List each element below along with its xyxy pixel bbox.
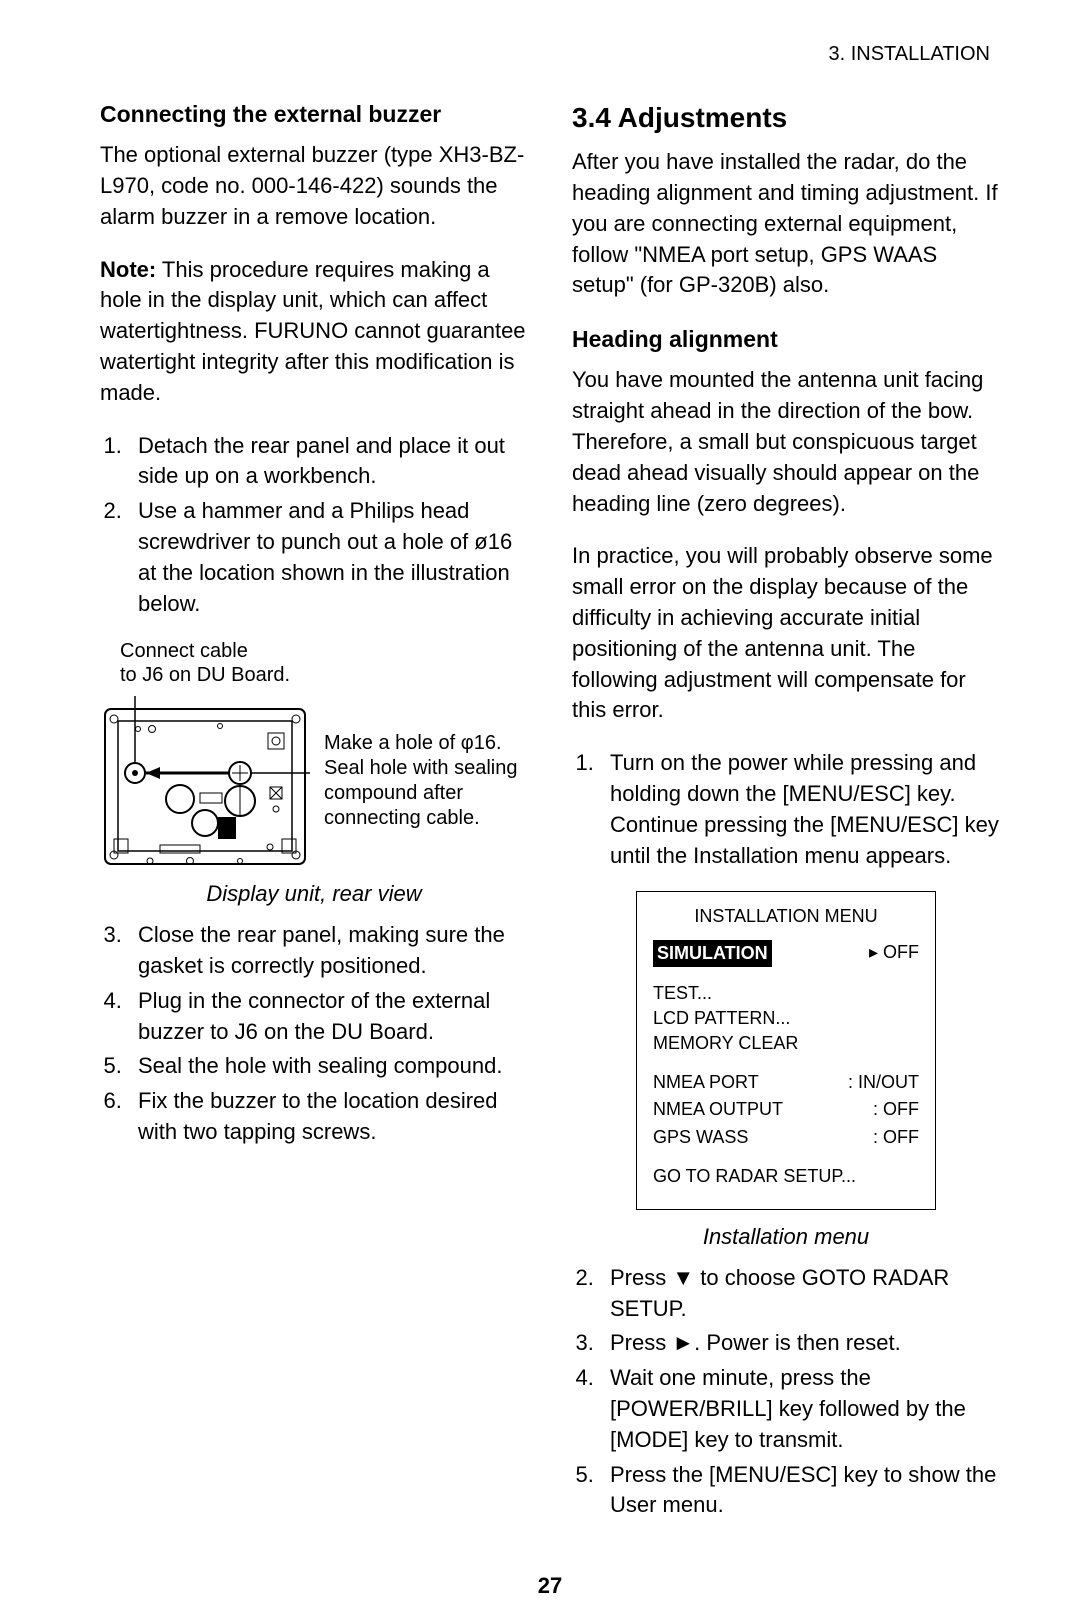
menu-nmea-output-label: NMEA OUTPUT <box>653 1097 783 1122</box>
step-1: Detach the rear panel and place it out s… <box>128 431 528 493</box>
align-steps-b: Press ▼ to choose GOTO RADAR SETUP. Pres… <box>572 1263 1000 1521</box>
menu-simulation-value: ▸ OFF <box>869 940 919 967</box>
step-2: Use a hammer and a Philips head screwdri… <box>128 496 528 619</box>
para-buzzer-intro: The optional external buzzer (type XH3-B… <box>100 140 528 232</box>
menu-nmea-port-val: : IN/OUT <box>848 1070 919 1095</box>
figure-caption: Display unit, rear view <box>100 879 528 910</box>
menu-nmea-output-val: : OFF <box>873 1097 919 1122</box>
figure-display-unit: Connect cable to J6 on DU Board. <box>100 639 528 871</box>
menu-group-2: NMEA PORT : IN/OUT NMEA OUTPUT : OFF GPS… <box>653 1070 919 1150</box>
installation-menu-box: INSTALLATION MENU SIMULATION ▸ OFF TEST.… <box>636 891 936 1210</box>
left-column: Connecting the external buzzer The optio… <box>100 98 528 1541</box>
heading-alignment: Heading alignment <box>572 323 1000 355</box>
page-number: 27 <box>100 1571 1000 1602</box>
note-label: Note: <box>100 257 156 282</box>
para-align-2: In practice, you will probably observe s… <box>572 541 1000 726</box>
para-note: Note: This procedure requires making a h… <box>100 255 528 409</box>
heading-buzzer: Connecting the external buzzer <box>100 98 528 130</box>
menu-item-lcd: LCD PATTERN... <box>653 1006 919 1031</box>
align-step-2: Press ▼ to choose GOTO RADAR SETUP. <box>600 1263 1000 1325</box>
figure-top-label: Connect cable to J6 on DU Board. <box>120 639 528 687</box>
menu-caption: Installation menu <box>572 1222 1000 1253</box>
align-steps-a: Turn on the power while pressing and hol… <box>572 748 1000 871</box>
buzzer-steps-b: Close the rear panel, making sure the ga… <box>100 920 528 1148</box>
buzzer-steps-a: Detach the rear panel and place it out s… <box>100 431 528 620</box>
menu-group-1: TEST... LCD PATTERN... MEMORY CLEAR <box>653 981 919 1057</box>
menu-footer: GO TO RADAR SETUP... <box>653 1164 919 1189</box>
note-text: This procedure requires making a hole in… <box>100 257 526 405</box>
menu-gps-wass-label: GPS WASS <box>653 1125 748 1150</box>
heading-adjustments: 3.4 Adjustments <box>572 98 1000 137</box>
align-step-1: Turn on the power while pressing and hol… <box>600 748 1000 871</box>
step-5: Seal the hole with sealing compound. <box>128 1051 528 1082</box>
align-step-4: Wait one minute, press the [POWER/BRILL]… <box>600 1363 1000 1455</box>
content-columns: Connecting the external buzzer The optio… <box>100 98 1000 1541</box>
align-step-3: Press ►. Power is then reset. <box>600 1328 1000 1359</box>
figure-side-note: Make a hole of φ16. Seal hole with seali… <box>324 731 528 831</box>
menu-title: INSTALLATION MENU <box>653 904 919 929</box>
menu-nmea-port-label: NMEA PORT <box>653 1070 759 1095</box>
step-6: Fix the buzzer to the location desired w… <box>128 1086 528 1148</box>
display-unit-diagram <box>100 691 310 871</box>
align-step-5: Press the [MENU/ESC] key to show the Use… <box>600 1460 1000 1522</box>
menu-simulation-label: SIMULATION <box>653 940 772 967</box>
para-adjust-intro: After you have installed the radar, do t… <box>572 147 1000 301</box>
menu-gps-wass-val: : OFF <box>873 1125 919 1150</box>
step-3: Close the rear panel, making sure the ga… <box>128 920 528 982</box>
page-header: 3. INSTALLATION <box>100 40 1000 68</box>
para-align-1: You have mounted the antenna unit facing… <box>572 365 1000 519</box>
step-4: Plug in the connector of the external bu… <box>128 986 528 1048</box>
menu-item-test: TEST... <box>653 981 919 1006</box>
right-column: 3.4 Adjustments After you have installed… <box>572 98 1000 1541</box>
menu-item-memory: MEMORY CLEAR <box>653 1031 919 1056</box>
